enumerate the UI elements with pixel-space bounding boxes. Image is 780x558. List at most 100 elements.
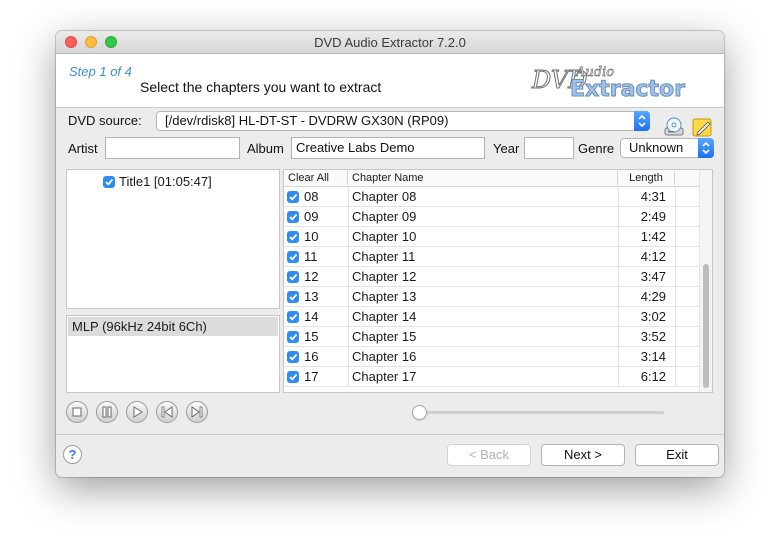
audio-stream-list: MLP (96kHz 24bit 6Ch): [66, 315, 280, 393]
chapter-length-cell: 4:31: [618, 187, 675, 206]
chapter-checkbox[interactable]: [287, 190, 299, 203]
table-row[interactable]: 17 Chapter 17 6:12: [284, 367, 701, 387]
chapter-select-cell: 10: [287, 227, 351, 246]
table-row[interactable]: 10 Chapter 10 1:42: [284, 227, 701, 247]
album-label: Album: [247, 141, 284, 156]
dvd-source-stepper[interactable]: [634, 111, 650, 131]
year-input[interactable]: [524, 137, 574, 159]
chapter-name-cell[interactable]: Chapter 08: [348, 187, 618, 206]
table-row[interactable]: 11 Chapter 11 4:12: [284, 247, 701, 267]
length-header[interactable]: Length: [618, 171, 675, 185]
chapter-checkbox[interactable]: [287, 370, 299, 383]
svg-text:Extractor: Extractor: [570, 77, 685, 102]
exit-button[interactable]: Exit: [635, 444, 719, 466]
genre-label: Genre: [578, 141, 615, 156]
chapter-extra-cell: [675, 327, 701, 346]
chapter-extra-cell: [675, 207, 701, 226]
chapter-length-cell: 4:29: [618, 287, 675, 306]
chapter-table: Clear All Chapter Name Length 08 Chapter …: [283, 169, 713, 393]
chapter-checkbox[interactable]: [287, 210, 299, 223]
table-row[interactable]: 13 Chapter 13 4:29: [284, 287, 701, 307]
chapter-length-cell: 3:02: [618, 307, 675, 326]
genre-select[interactable]: Unknown: [620, 138, 714, 158]
chapter-length-cell: 4:12: [618, 247, 675, 266]
extra-header: [675, 171, 701, 185]
chapter-name-cell[interactable]: Chapter 15: [348, 327, 618, 346]
artist-input[interactable]: [105, 137, 240, 159]
chapter-select-cell: 09: [287, 207, 351, 226]
genre-value: Unknown: [629, 140, 684, 155]
chapter-checkbox[interactable]: [287, 250, 299, 263]
chapter-number: 14: [304, 309, 319, 324]
eject-disc-icon[interactable]: [663, 116, 685, 138]
chapter-extra-cell: [675, 347, 701, 366]
chapter-name-cell[interactable]: Chapter 16: [348, 347, 618, 366]
table-row[interactable]: 14 Chapter 14 3:02: [284, 307, 701, 327]
stop-button[interactable]: [66, 401, 88, 423]
chapter-name-cell[interactable]: Chapter 11: [348, 247, 618, 266]
chapter-checkbox[interactable]: [287, 330, 299, 343]
play-button[interactable]: [126, 401, 148, 423]
table-row[interactable]: 15 Chapter 15 3:52: [284, 327, 701, 347]
chapter-name-cell[interactable]: Chapter 14: [348, 307, 618, 326]
title-tree: Title1 [01:05:47]: [66, 169, 280, 309]
dvd-source-select[interactable]: [/dev/rdisk8] HL-DT-ST - DVDRW GX30N (RP…: [156, 111, 650, 131]
title1-checkbox[interactable]: [103, 175, 115, 188]
chapter-name-cell[interactable]: Chapter 17: [348, 367, 618, 386]
chapter-length-cell: 6:12: [618, 367, 675, 386]
chapter-number: 16: [304, 349, 319, 364]
chapter-name-cell[interactable]: Chapter 12: [348, 267, 618, 286]
table-scrollbar[interactable]: [699, 170, 712, 392]
audio-stream-item[interactable]: MLP (96kHz 24bit 6Ch): [68, 317, 278, 336]
dvd-source-label: DVD source:: [68, 113, 142, 128]
playback-slider-track[interactable]: [418, 411, 664, 414]
chapter-number: 11: [304, 249, 318, 264]
table-row[interactable]: 08 Chapter 08 4:31: [284, 187, 701, 207]
chapter-select-cell: 16: [287, 347, 351, 366]
chapter-checkbox[interactable]: [287, 310, 299, 323]
chapter-select-cell: 11: [287, 247, 351, 266]
wizard-header: Step 1 of 4 Select the chapters you want…: [56, 54, 724, 108]
next-button[interactable]: Next >: [541, 444, 625, 466]
chapter-length-cell: 3:47: [618, 267, 675, 286]
chapter-extra-cell: [675, 187, 701, 206]
year-label: Year: [493, 141, 520, 156]
chapter-extra-cell: [675, 287, 701, 306]
chapter-name-cell[interactable]: Chapter 10: [348, 227, 618, 246]
pause-button[interactable]: [96, 401, 118, 423]
artist-label: Artist: [68, 141, 98, 156]
chapter-checkbox[interactable]: [287, 350, 299, 363]
chapter-number: 17: [304, 369, 319, 384]
playback-slider-knob[interactable]: [412, 405, 427, 420]
edit-notes-icon[interactable]: [691, 116, 713, 138]
genre-stepper[interactable]: [698, 138, 714, 158]
chapter-select-cell: 15: [287, 327, 351, 346]
next-chapter-button[interactable]: [186, 401, 208, 423]
table-row[interactable]: 09 Chapter 09 2:49: [284, 207, 701, 227]
chapter-select-cell: 14: [287, 307, 351, 326]
window-title: DVD Audio Extractor 7.2.0: [314, 35, 466, 50]
previous-chapter-button[interactable]: [156, 401, 178, 423]
tree-item-title1[interactable]: Title1 [01:05:47]: [103, 174, 212, 189]
chapter-select-cell: 17: [287, 367, 351, 386]
chapter-select-cell: 13: [287, 287, 351, 306]
chapter-number: 08: [304, 189, 319, 204]
clear-all-header[interactable]: Clear All: [284, 171, 348, 185]
app-window: DVD Audio Extractor 7.2.0 Step 1 of 4 Se…: [56, 31, 724, 477]
chapter-name-cell[interactable]: Chapter 09: [348, 207, 618, 226]
table-row[interactable]: 16 Chapter 16 3:14: [284, 347, 701, 367]
album-input[interactable]: Creative Labs Demo: [291, 137, 485, 159]
table-scroll-thumb[interactable]: [703, 264, 709, 388]
chapter-select-cell: 12: [287, 267, 351, 286]
chapter-checkbox[interactable]: [287, 290, 299, 303]
back-button[interactable]: < Back: [447, 444, 531, 466]
chapter-name-header[interactable]: Chapter Name: [348, 171, 618, 185]
chapter-checkbox[interactable]: [287, 270, 299, 283]
chapter-number: 15: [304, 329, 319, 344]
chapter-name-cell[interactable]: Chapter 13: [348, 287, 618, 306]
step-instruction: Select the chapters you want to extract: [140, 79, 382, 95]
chapter-checkbox[interactable]: [287, 230, 299, 243]
help-button[interactable]: ?: [63, 445, 82, 464]
chapter-extra-cell: [675, 267, 701, 286]
table-row[interactable]: 12 Chapter 12 3:47: [284, 267, 701, 287]
